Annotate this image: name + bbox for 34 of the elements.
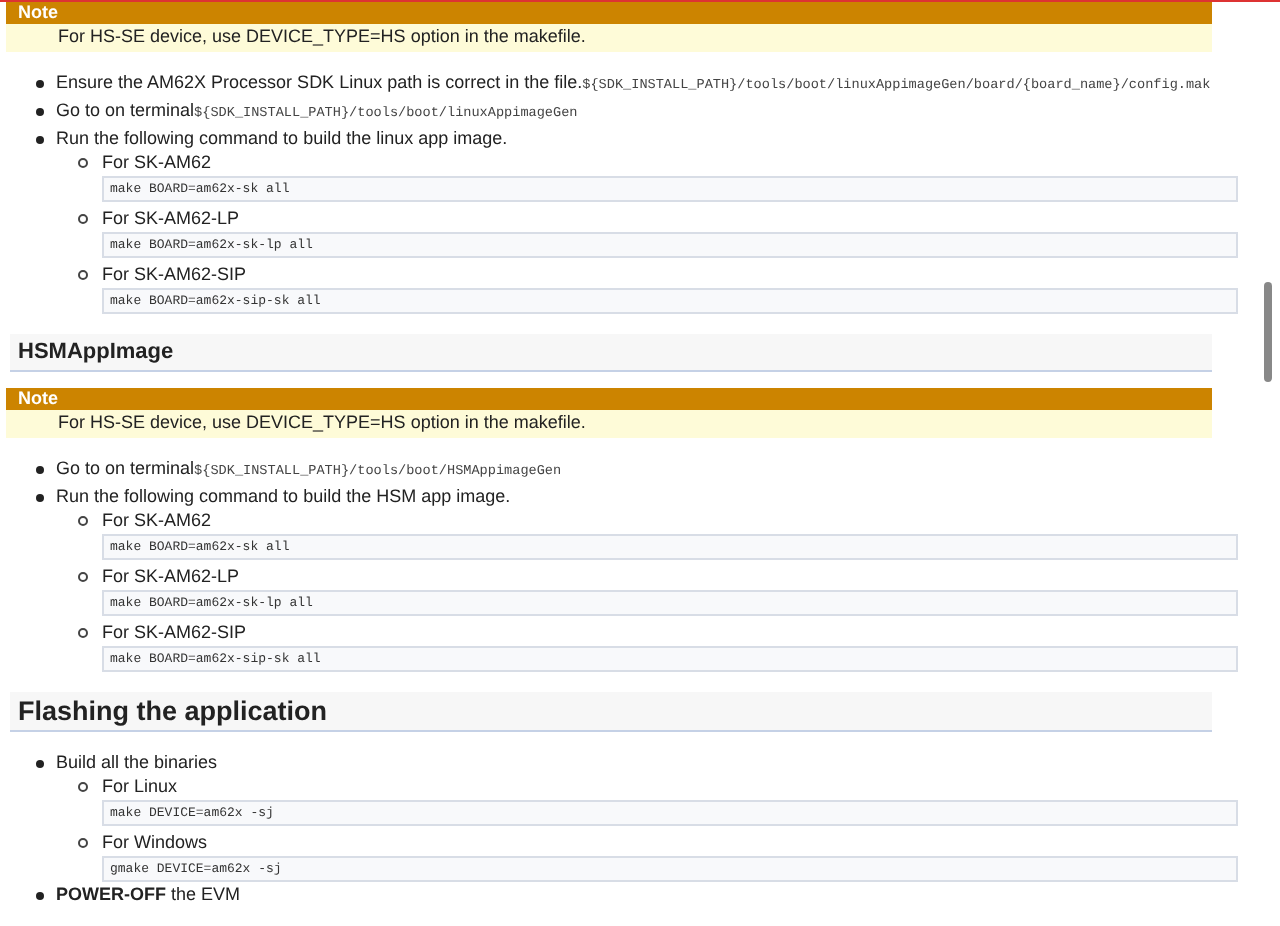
list-item-text: For SK-AM62-LP <box>102 566 240 588</box>
bullet-icon <box>36 494 44 502</box>
bullet-icon <box>78 214 88 224</box>
note-text: For HS-SE device, use DEVICE_TYPE=HS option in the makefile. <box>6 24 1212 52</box>
list-item-text: For Linux <box>102 776 178 798</box>
bullet-icon <box>78 572 88 582</box>
list-item-text: For Windows <box>102 832 208 854</box>
list-item-text: For SK-AM62-SIP <box>102 622 247 644</box>
bullet-icon <box>78 628 88 638</box>
list-item-text: Build all the binaries <box>56 752 220 774</box>
list-item-text: Run the following command to build the linux app image. <box>56 128 510 150</box>
bullet-icon <box>36 466 44 474</box>
list-item-text: POWER-OFF the EVM <box>56 884 241 906</box>
list-item-text: For SK-AM62 <box>102 510 212 532</box>
list-item-text: Run the following command to build the HSM app image. <box>56 486 513 508</box>
note-title: Note <box>6 2 1212 24</box>
bullet-icon <box>36 108 44 116</box>
note-title: Note <box>6 388 1212 410</box>
list-item-text: For SK-AM62 <box>102 152 212 174</box>
bullet-icon <box>78 516 88 526</box>
scrollbar-thumb[interactable] <box>1264 282 1272 382</box>
bullet-icon <box>36 892 44 900</box>
section-heading: HSMAppImage <box>10 334 1212 372</box>
section-heading: Flashing the application <box>10 692 1212 732</box>
bullet-icon <box>36 80 44 88</box>
bullet-icon <box>36 760 44 768</box>
bullet-icon <box>78 838 88 848</box>
bullet-icon <box>36 136 44 144</box>
bullet-icon <box>78 158 88 168</box>
bullet-icon <box>78 270 88 280</box>
list-item-text: For SK-AM62-SIP <box>102 264 247 286</box>
list-item-text: For SK-AM62-LP <box>102 208 240 230</box>
note-text: For HS-SE device, use DEVICE_TYPE=HS option in the makefile. <box>6 410 1212 438</box>
bullet-icon <box>78 782 88 792</box>
